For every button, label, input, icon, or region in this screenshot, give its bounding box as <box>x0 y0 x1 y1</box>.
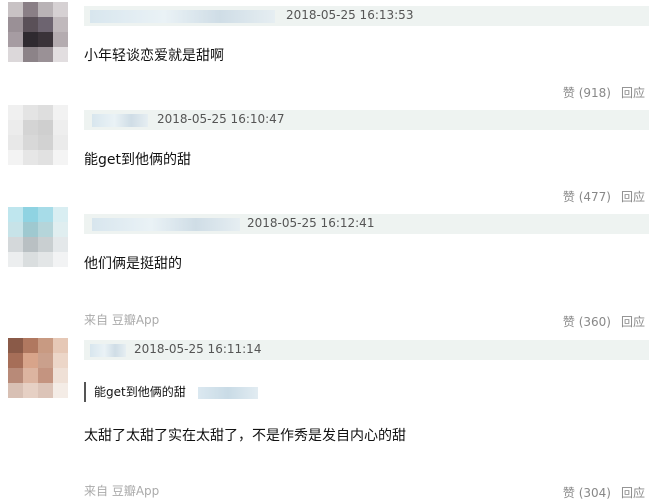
username-blurred[interactable] <box>90 344 126 357</box>
comment-actions: 赞 (304) 回应 <box>553 484 645 501</box>
comment-source: 来自 豆瓣App <box>84 484 160 498</box>
comment-header: 2018-05-25 16:12:41 <box>84 214 649 234</box>
comment-text: 太甜了太甜了实在太甜了，不是作秀是发自内心的甜 <box>84 428 406 444</box>
comment-actions: 赞 (918) 回应 <box>553 84 645 101</box>
comment-time: 2018-05-25 16:10:47 <box>157 112 285 126</box>
quoted-username-blurred[interactable] <box>197 386 258 399</box>
reply-button[interactable]: 回应 <box>621 486 645 500</box>
quoted-comment: 能get到他俩的甜 <box>84 382 258 402</box>
reply-button[interactable]: 回应 <box>621 315 645 329</box>
avatar[interactable] <box>8 338 68 398</box>
username-blurred[interactable] <box>92 114 148 127</box>
comment-time: 2018-05-25 16:11:14 <box>134 342 262 356</box>
comment-text: 小年轻谈恋爱就是甜啊 <box>84 48 224 64</box>
avatar[interactable] <box>8 2 68 62</box>
comment-text: 能get到他俩的甜 <box>84 152 191 168</box>
avatar[interactable] <box>8 207 68 267</box>
comment-time: 2018-05-25 16:12:41 <box>247 216 375 230</box>
like-button[interactable]: 赞 (477) <box>563 190 611 204</box>
comment-header: 2018-05-25 16:11:14 <box>84 340 649 360</box>
username-blurred[interactable] <box>92 218 240 231</box>
comment-header: 2018-05-25 16:13:53 <box>84 6 649 26</box>
like-button[interactable]: 赞 (360) <box>563 315 611 329</box>
like-button[interactable]: 赞 (304) <box>563 486 611 500</box>
comment-text: 他们俩是挺甜的 <box>84 256 182 272</box>
quoted-text: 能get到他俩的甜 <box>94 385 186 399</box>
reply-button[interactable]: 回应 <box>621 190 645 204</box>
comment-actions: 赞 (360) 回应 <box>553 313 645 330</box>
avatar[interactable] <box>8 105 68 165</box>
reply-button[interactable]: 回应 <box>621 86 645 100</box>
comment-actions: 赞 (477) 回应 <box>553 188 645 205</box>
comment-header: 2018-05-25 16:10:47 <box>84 110 649 130</box>
comment-source: 来自 豆瓣App <box>84 313 160 327</box>
comment-time: 2018-05-25 16:13:53 <box>286 8 414 22</box>
username-blurred[interactable] <box>90 10 275 23</box>
like-button[interactable]: 赞 (918) <box>563 86 611 100</box>
